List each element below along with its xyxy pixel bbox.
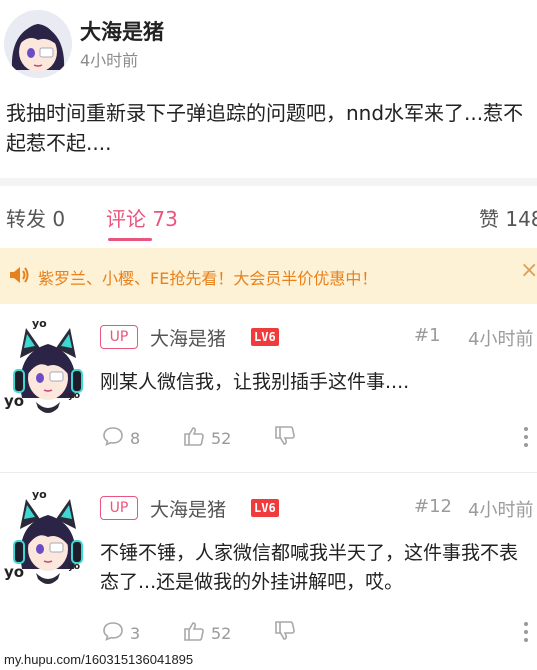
promo-banner[interactable]: 紫罗兰、小樱、FE抢先看！大会员半价优惠中！ ×: [0, 248, 537, 304]
comment-avatar[interactable]: yo yo yo: [0, 317, 95, 423]
svg-text:yo: yo: [32, 318, 47, 330]
svg-text:yo: yo: [68, 562, 80, 572]
level-badge: LV6: [251, 499, 279, 517]
comment-bubble-icon: [102, 621, 124, 645]
thumbs-up-icon: [183, 621, 205, 645]
up-badge: UP: [100, 325, 138, 349]
comment-text: 不锤不锤，人家微信都喊我半天了，这件事我不表态了...还是做我的外挂讲解吧，哎。: [100, 542, 519, 593]
thumbs-down-icon: [274, 426, 296, 450]
comment-author-name[interactable]: 大海是猪: [150, 324, 226, 351]
reply-count: 8: [130, 428, 141, 448]
post-body-text: 我抽时间重新录下子弹追踪的问题吧，nnd水军来了...惹不起惹不起....: [6, 101, 524, 155]
dislike-button[interactable]: [274, 621, 296, 645]
comment-avatar[interactable]: yo yo yo: [0, 488, 95, 594]
up-badge: UP: [100, 496, 138, 520]
svg-text:yo: yo: [68, 391, 80, 401]
section-divider: [0, 178, 537, 186]
comment-item: yo yo yo UP 大海是猪 LV6 #1 4小时前 刚某人微信我，让我别插…: [0, 317, 537, 483]
comment-timestamp: 4小时前: [468, 500, 534, 521]
comment-floor-number: #12: [414, 496, 452, 517]
comment-timestamp: 4小时前: [468, 329, 534, 350]
more-vertical-icon[interactable]: [522, 426, 530, 452]
like-button[interactable]: 52: [183, 426, 231, 450]
promo-text[interactable]: 紫罗兰、小樱、FE抢先看！大会员半价优惠中！: [38, 265, 377, 289]
comment-bubble-icon: [102, 426, 124, 450]
svg-text:yo: yo: [4, 563, 24, 581]
like-button[interactable]: 52: [183, 621, 231, 645]
svg-text:yo: yo: [32, 489, 47, 501]
thumbs-down-icon: [274, 621, 296, 645]
comment-item: yo yo yo UP 大海是猪 LV6 #12 4小时前 不锤不锤，人家微信都…: [0, 488, 537, 654]
level-badge: LV6: [251, 328, 279, 346]
post-author-name[interactable]: 大海是猪: [80, 16, 164, 46]
more-vertical-icon[interactable]: [522, 621, 530, 647]
active-tab-indicator: [108, 238, 152, 241]
post-timestamp: 4小时前: [80, 51, 139, 70]
reply-count: 3: [130, 623, 141, 643]
tab-likes[interactable]: 赞 148: [479, 203, 537, 232]
reply-button[interactable]: 8: [102, 426, 140, 450]
speaker-icon: [8, 265, 30, 289]
source-watermark: my.hupu.com/160315136041895: [4, 652, 194, 667]
comment-text: 刚某人微信我，让我别插手这件事....: [100, 371, 410, 393]
post-author-avatar[interactable]: [4, 10, 72, 78]
tab-comments[interactable]: 评论 73: [106, 203, 178, 232]
dislike-button[interactable]: [274, 426, 296, 450]
close-icon[interactable]: ×: [520, 258, 537, 283]
like-count: 52: [211, 428, 232, 448]
comment-floor-number: #1: [414, 325, 441, 346]
reply-button[interactable]: 3: [102, 621, 140, 645]
comment-divider: [0, 472, 537, 473]
like-count: 52: [211, 623, 232, 643]
tab-reposts[interactable]: 转发 0: [6, 203, 65, 232]
comment-author-name[interactable]: 大海是猪: [150, 495, 226, 522]
svg-text:yo: yo: [4, 392, 24, 410]
thumbs-up-icon: [183, 426, 205, 450]
